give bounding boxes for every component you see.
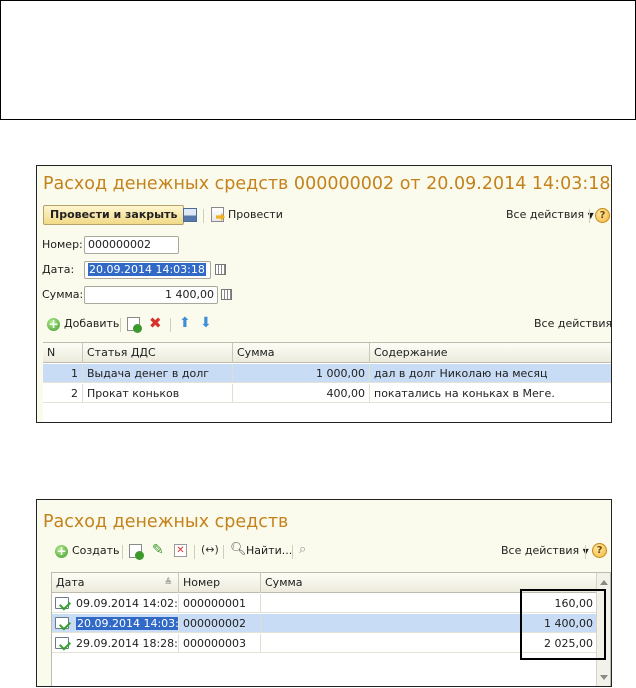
date-value: 20.09.2014 14:03:18 [88, 263, 206, 276]
toolbar-separator [203, 209, 204, 223]
copy-row-icon[interactable] [127, 317, 142, 333]
help-icon[interactable]: ? [595, 208, 610, 223]
toolbar-separator [194, 545, 195, 559]
column-header-n[interactable]: N [43, 343, 83, 363]
calendar-icon[interactable] [215, 264, 226, 275]
save-icon[interactable] [183, 208, 197, 222]
add-row-button[interactable]: Добавить [64, 316, 119, 332]
toolbar-separator [120, 318, 121, 332]
post-and-close-button[interactable]: Провести и закрыть [43, 205, 185, 225]
highlight-box [520, 589, 606, 660]
date-label: Дата: [42, 263, 75, 276]
all-actions-menu[interactable]: Все действия ▼ [506, 207, 594, 224]
row-sum[interactable]: 1 000,00 [233, 364, 370, 383]
document-form-window: Расход денежных средств 000000002 от 20.… [36, 165, 612, 423]
toolbar-separator [170, 318, 171, 332]
all-actions-label: Все действия [506, 208, 585, 221]
list-title: Расход денежных средств [43, 512, 289, 532]
row-date-value: 20.09.2014 14:03:18 [76, 617, 178, 630]
row-article[interactable]: Прокат коньков [83, 384, 233, 403]
find-button[interactable]: Найти... [246, 543, 292, 559]
post-button[interactable]: Провести [228, 207, 283, 223]
row-date[interactable]: 09.09.2014 14:02:00 [72, 594, 179, 613]
refresh-icon[interactable]: (↔) [201, 542, 219, 558]
toolbar-separator [223, 545, 224, 559]
sum-label: Сумма: [42, 288, 84, 301]
scroll-down-icon[interactable] [600, 675, 608, 680]
table-row[interactable]: 1 Выдача денег в долг 1 000,00 дал в дол… [43, 364, 611, 383]
column-header-date[interactable]: Дата ≜ [52, 573, 179, 593]
edit-icon[interactable]: ✎ [152, 542, 164, 558]
row-number[interactable]: 000000003 [179, 634, 261, 653]
row-number: 1 [43, 364, 83, 383]
column-header-content[interactable]: Содержание [370, 343, 611, 363]
cancel-search-icon[interactable]: ⌕ [299, 542, 306, 558]
row-article[interactable]: Выдача денег в долг [83, 364, 233, 383]
copy-icon[interactable] [129, 544, 144, 560]
row-content[interactable]: покатались на коньках в Меге. [370, 384, 611, 403]
date-field[interactable]: 20.09.2014 14:03:18 [84, 261, 211, 279]
posted-document-icon [55, 617, 69, 629]
delete-row-icon[interactable]: ✖ [149, 315, 162, 331]
table-row[interactable]: 2 Прокат коньков 400,00 покатались на ко… [43, 384, 611, 403]
form-title: Расход денежных средств 000000002 от 20.… [43, 174, 611, 194]
table-row[interactable]: 29.09.2014 18:28:59 000000003 2 025,00 [52, 634, 596, 653]
toolbar-separator [589, 209, 590, 223]
add-icon[interactable]: + [47, 318, 60, 331]
column-header-article[interactable]: Статья ДДС [83, 343, 233, 363]
move-down-icon[interactable]: ⬇ [200, 315, 212, 331]
search-icon[interactable]: 🔍︎ [230, 542, 247, 558]
table-all-actions-menu[interactable]: Все действия ▼ [534, 316, 612, 333]
post-document-icon[interactable] [211, 207, 225, 222]
toolbar-separator [585, 545, 586, 559]
row-number[interactable]: 000000002 [179, 614, 261, 633]
column-header-date-label: Дата [56, 576, 85, 589]
table-row[interactable]: 20.09.2014 14:03:18 000000002 1 400,00 [52, 614, 596, 633]
row-sum[interactable]: 400,00 [233, 384, 370, 403]
sort-ascending-icon: ≜ [164, 578, 172, 588]
posted-document-icon [55, 637, 69, 649]
row-number: 2 [43, 384, 83, 403]
table-header: N Статья ДДС Сумма Содержание [43, 343, 611, 363]
list-all-actions-menu[interactable]: Все действия ▼ [501, 543, 589, 560]
column-header-sum[interactable]: Сумма [233, 343, 370, 363]
row-number[interactable]: 000000001 [179, 594, 261, 613]
calculator-icon[interactable] [221, 289, 232, 300]
sum-field[interactable]: 1 400,00 [84, 286, 218, 304]
scroll-up-icon[interactable] [600, 580, 608, 585]
list-all-actions-label: Все действия [501, 544, 580, 557]
mark-delete-icon[interactable]: ✕ [174, 544, 187, 557]
expenses-table: N Статья ДДС Сумма Содержание 1 Выдача д… [43, 342, 611, 422]
column-header-number[interactable]: Номер [179, 573, 261, 593]
row-content[interactable]: дал в долг Николаю на месяц [370, 364, 611, 383]
posted-document-icon [55, 597, 69, 609]
empty-frame [0, 0, 636, 120]
move-up-icon[interactable]: ⬆ [179, 315, 191, 331]
table-all-actions-label: Все действия [534, 317, 612, 330]
create-button[interactable]: Создать [72, 543, 120, 559]
number-field[interactable]: 000000002 [84, 236, 179, 254]
help-icon[interactable]: ? [592, 543, 607, 558]
row-date[interactable]: 20.09.2014 14:03:18 [72, 614, 179, 633]
toolbar-separator [122, 545, 123, 559]
toolbar-separator [292, 545, 293, 559]
table-row[interactable]: 09.09.2014 14:02:00 000000001 160,00 [52, 594, 596, 613]
create-icon[interactable]: + [55, 545, 68, 558]
number-label: Номер: [42, 238, 83, 251]
row-date[interactable]: 29.09.2014 18:28:59 [72, 634, 179, 653]
